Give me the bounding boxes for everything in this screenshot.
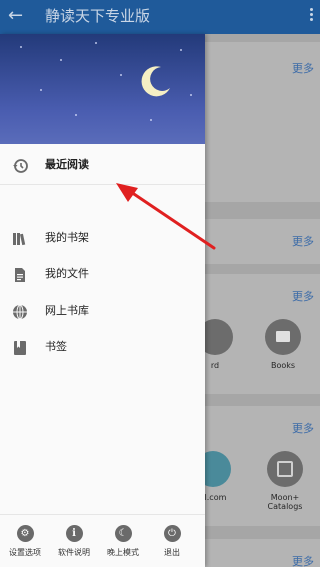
night-mode-label: 晚上模式 — [107, 548, 139, 557]
menu-item-label: 我的书架 — [45, 231, 89, 244]
arrow-left-icon[interactable]: ← — [8, 6, 28, 26]
section-card: 更多 el.com Moon+ Catalogs — [195, 406, 320, 526]
bookmark-icon — [14, 341, 26, 355]
moon-icon — [141, 66, 170, 97]
exit-label: 退出 — [164, 548, 180, 557]
app-bar: ← 静读天下专业版 — [0, 0, 320, 34]
menu-item-label: 书签 — [45, 340, 67, 353]
menu-item-label: 最近阅读 — [45, 158, 89, 171]
more-link[interactable]: 更多 — [292, 60, 314, 76]
power-icon: ⏻ — [163, 525, 181, 542]
night-mode-icon: ☾ — [114, 525, 132, 542]
history-icon — [13, 159, 28, 173]
section-card: 更多 — [205, 219, 320, 264]
file-icon — [15, 268, 25, 282]
section-card: 更多 — [205, 42, 320, 202]
more-vert-icon[interactable] — [308, 7, 314, 25]
settings-label: 设置选项 — [9, 548, 41, 557]
category-books[interactable]: Books — [255, 319, 311, 370]
category-label: Books — [270, 361, 296, 370]
help-label: 软件说明 — [58, 548, 90, 557]
more-link[interactable]: 更多 — [292, 420, 314, 436]
menu-item-bookmarks[interactable]: 书签 — [0, 330, 205, 366]
gear-icon: ⚙ — [16, 525, 34, 542]
info-icon: i — [65, 525, 83, 542]
menu-item-label: 网上书库 — [45, 304, 89, 317]
drawer-header — [0, 34, 205, 144]
bookshelf-icon — [13, 233, 26, 246]
section-card: 更多 — [205, 539, 320, 567]
section-card: 更多 rd Books — [197, 274, 320, 394]
more-link[interactable]: 更多 — [292, 233, 314, 249]
annotation-arrow — [116, 183, 216, 250]
app-title: 静读天下专业版 — [45, 7, 151, 25]
globe-icon — [13, 304, 27, 320]
more-link[interactable]: 更多 — [292, 553, 314, 567]
book-open-icon — [267, 451, 303, 487]
menu-item-label: 我的文件 — [45, 267, 89, 280]
drawer-bottom-bar: ⚙ 设置选项 i 软件说明 ☾ 晚上模式 ⏻ 退出 — [0, 514, 205, 567]
category-label: rd — [210, 361, 220, 370]
menu-item-online-library[interactable]: 网上书库 — [0, 294, 205, 330]
menu-item-files[interactable]: 我的文件 — [0, 257, 205, 293]
navigation-drawer: 最近阅读 我的书架 我的文件 网上书库 书签 ⚙ 设置选项 i 软件说明 ☾ 晚… — [0, 34, 205, 567]
folder-icon — [265, 319, 301, 355]
category-label: Moon+ Catalogs — [267, 493, 303, 511]
settings-button[interactable]: ⚙ 设置选项 — [5, 525, 45, 558]
night-mode-button[interactable]: ☾ 晚上模式 — [103, 525, 143, 558]
help-button[interactable]: i 软件说明 — [54, 525, 94, 558]
category-moon-catalogs[interactable]: Moon+ Catalogs — [253, 451, 317, 511]
exit-button[interactable]: ⏻ 退出 — [152, 525, 192, 558]
more-link[interactable]: 更多 — [292, 288, 314, 304]
